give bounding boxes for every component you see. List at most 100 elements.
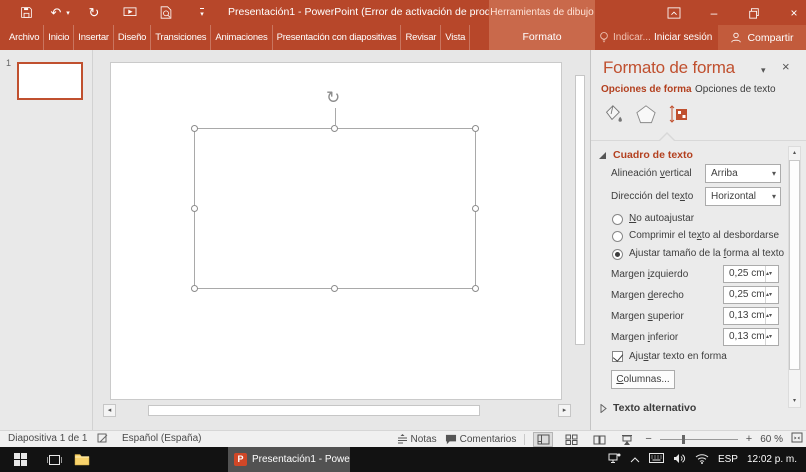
text-direction-select[interactable]: Horizontal ▾ — [705, 187, 781, 206]
tab-inicio[interactable]: Inicio — [44, 25, 74, 50]
resize-handle-middle-left[interactable] — [191, 205, 198, 212]
pane-scroll-down[interactable]: ▾ — [789, 395, 800, 407]
language-indicator[interactable]: Español (España) — [122, 433, 202, 444]
tab-diseno[interactable]: Diseño — [114, 25, 151, 50]
clock[interactable]: 12:02 p. m. — [747, 454, 797, 465]
vertical-scroll-thumb[interactable] — [575, 75, 585, 345]
redo-button[interactable]: ↻ — [82, 0, 106, 25]
spin-down-icon[interactable]: ▾ — [769, 271, 772, 277]
save-button[interactable] — [14, 0, 38, 25]
scroll-left-button[interactable]: ◂ — [103, 404, 116, 417]
start-button[interactable] — [8, 447, 32, 472]
pane-scroll-thumb[interactable] — [789, 160, 800, 370]
speaker-icon[interactable] — [673, 453, 686, 467]
pane-options-dropdown[interactable]: ▾ — [761, 65, 766, 76]
ribbon-display-options-button[interactable] — [662, 0, 686, 25]
spell-check-icon[interactable] — [97, 433, 108, 447]
radio-shrink-text[interactable] — [612, 231, 623, 242]
spin-down-icon[interactable]: ▾ — [769, 292, 772, 298]
resize-handle-bottom-center[interactable] — [331, 285, 338, 292]
language-tray-indicator[interactable]: ESP — [718, 454, 738, 465]
view-slideshow-button[interactable] — [617, 432, 637, 447]
taskbar-app-powerpoint[interactable]: P Presentación1 - Powe... — [228, 447, 350, 472]
columns-button[interactable]: Columnas... — [611, 370, 675, 389]
share-button[interactable]: Compartir — [718, 25, 806, 50]
tab-presentacion-con-diapositivas[interactable]: Presentación con diapositivas — [273, 25, 402, 50]
pane-close-button[interactable]: × — [782, 59, 790, 74]
tab-opciones-de-texto[interactable]: Opciones de texto — [695, 84, 776, 95]
customize-qat-button[interactable]: ▾ — [190, 0, 214, 25]
start-slideshow-button[interactable] — [118, 0, 142, 25]
resize-handle-top-left[interactable] — [191, 125, 198, 132]
tab-animaciones[interactable]: Animaciones — [211, 25, 272, 50]
tray-expand-chevron[interactable] — [630, 454, 640, 466]
horizontal-scrollbar[interactable]: ◂ ▸ — [103, 404, 571, 417]
radio-no-autofit-label[interactable]: No autoajustar — [629, 213, 694, 224]
resize-handle-middle-right[interactable] — [472, 205, 479, 212]
section-texto-alternativo[interactable]: Texto alternativo — [613, 402, 696, 414]
file-explorer-button[interactable] — [70, 447, 94, 472]
resize-handle-bottom-right[interactable] — [472, 285, 479, 292]
resize-handle-top-center[interactable] — [331, 125, 338, 132]
rotate-handle[interactable]: ↻ — [326, 88, 340, 108]
margin-top-input[interactable]: 0,13 cm ▴▾ — [723, 307, 779, 325]
undo-dropdown[interactable]: ▾ — [62, 0, 74, 25]
tray-device-icon[interactable] — [608, 452, 621, 467]
notes-button[interactable]: Notas — [397, 434, 437, 445]
tell-me-button[interactable]: Indicar... — [599, 25, 651, 50]
close-button[interactable]: × — [782, 0, 806, 25]
view-reading-button[interactable] — [589, 432, 609, 447]
task-view-button[interactable] — [42, 447, 66, 472]
section-collapsed-icon[interactable] — [600, 404, 607, 416]
size-properties-button[interactable] — [665, 102, 691, 126]
tab-transiciones[interactable]: Transiciones — [151, 25, 211, 50]
radio-resize-shape-label[interactable]: Ajustar tamaño de la forma al texto — [629, 248, 784, 259]
radio-shrink-text-label[interactable]: Comprimir el texto al desbordarse — [629, 230, 779, 241]
print-preview-button[interactable] — [154, 0, 178, 25]
vertical-scrollbar[interactable] — [575, 58, 586, 398]
sign-in-button[interactable]: Iniciar sesión — [654, 25, 712, 50]
resize-handle-top-right[interactable] — [472, 125, 479, 132]
tab-formato[interactable]: Formato — [489, 25, 595, 50]
pane-scrollbar[interactable]: ▴ ▾ — [788, 146, 801, 408]
radio-no-autofit[interactable] — [612, 214, 623, 225]
minimize-button[interactable]: – — [702, 0, 726, 25]
view-slide-sorter-button[interactable] — [561, 432, 581, 447]
resize-handle-bottom-left[interactable] — [191, 285, 198, 292]
effects-button[interactable] — [633, 102, 659, 126]
vertical-alignment-select[interactable]: Arriba ▾ — [705, 164, 781, 183]
pane-scroll-up[interactable]: ▴ — [789, 147, 800, 159]
restore-button[interactable] — [742, 0, 766, 25]
section-expanded-icon[interactable] — [599, 152, 606, 159]
tab-archivo[interactable]: Archivo — [5, 25, 44, 50]
wrap-text-checkbox[interactable] — [612, 351, 623, 362]
touch-keyboard-icon[interactable] — [649, 453, 664, 466]
tab-opciones-de-forma[interactable]: Opciones de forma — [601, 84, 692, 95]
spin-down-icon[interactable]: ▾ — [769, 334, 772, 340]
comments-button[interactable]: Comentarios — [445, 434, 517, 445]
zoom-out-button[interactable]: − — [645, 433, 651, 445]
tab-revisar[interactable]: Revisar — [401, 25, 441, 50]
zoom-in-button[interactable]: + — [746, 433, 752, 445]
tab-insertar[interactable]: Insertar — [74, 25, 114, 50]
zoom-slider-thumb[interactable] — [682, 435, 685, 444]
margin-left-input[interactable]: 0,25 cm ▴▾ — [723, 265, 779, 283]
slide-indicator[interactable]: Diapositiva 1 de 1 — [8, 433, 88, 444]
selected-textbox-shape[interactable]: ↻ — [194, 128, 476, 289]
fit-slide-button[interactable] — [791, 432, 803, 446]
wrap-text-label[interactable]: Ajustar texto en forma — [629, 351, 727, 362]
scroll-right-button[interactable]: ▸ — [558, 404, 571, 417]
wifi-icon[interactable] — [695, 453, 709, 467]
margin-right-input[interactable]: 0,25 cm ▴▾ — [723, 286, 779, 304]
spin-down-icon[interactable]: ▾ — [769, 313, 772, 319]
tab-vista[interactable]: Vista — [441, 25, 470, 50]
zoom-level[interactable]: 60 % — [760, 434, 783, 445]
section-cuadro-de-texto[interactable]: Cuadro de texto — [613, 149, 693, 161]
horizontal-scroll-track[interactable] — [116, 404, 558, 417]
zoom-slider[interactable] — [660, 434, 738, 445]
slide-thumbnail[interactable] — [17, 62, 83, 100]
view-normal-button[interactable] — [533, 432, 553, 447]
fill-line-button[interactable] — [599, 102, 625, 126]
horizontal-scroll-thumb[interactable] — [148, 405, 480, 416]
margin-bottom-input[interactable]: 0,13 cm ▴▾ — [723, 328, 779, 346]
